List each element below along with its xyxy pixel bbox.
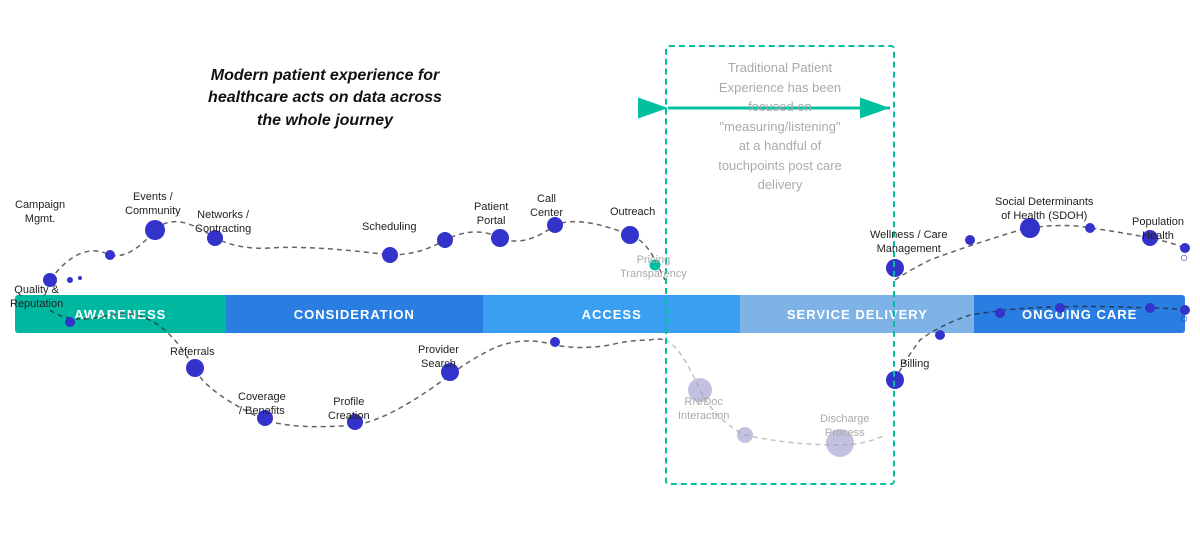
modern-line2: healthcare acts on data across — [208, 89, 442, 106]
bar-consideration: CONSIDERATION — [226, 295, 483, 333]
label-population: PopulationHealth — [1132, 215, 1184, 244]
label-wellness: Wellness / CareManagement — [870, 228, 947, 257]
label-quality: Quality &Reputation — [10, 283, 63, 312]
journey-bar: AWARENESS CONSIDERATION ACCESS SERVICE D… — [15, 295, 1185, 333]
traditional-line4: "measuring/listening" — [680, 117, 880, 137]
traditional-text: Traditional Patient Experience has been … — [680, 58, 880, 195]
traditional-line6: touchpoints post care — [680, 156, 880, 176]
label-sdoh: Social Determinantsof Health (SDOH) — [995, 195, 1093, 224]
label-campaign: CampaignMgmt. — [15, 198, 65, 227]
consideration-label: CONSIDERATION — [294, 307, 415, 322]
bar-service: SERVICE DELIVERY — [740, 295, 974, 333]
label-portal: PatientPortal — [474, 200, 508, 229]
label-networks: Networks /Contracting — [195, 208, 251, 237]
path-svg: + ○ ○ — [0, 0, 1200, 533]
traditional-line7: delivery — [680, 175, 880, 195]
label-discharge: DischargeProcess — [820, 412, 870, 441]
label-rndoc: RN/DocInteraction — [678, 395, 729, 424]
traditional-line1: Traditional Patient — [680, 58, 880, 78]
label-billing: Billing — [900, 357, 929, 371]
ongoing-label: ONGOING CARE — [1022, 307, 1137, 322]
label-provider: ProviderSearch — [418, 343, 459, 372]
label-outreach: Outreach — [610, 205, 655, 219]
traditional-line5: at a handful of — [680, 136, 880, 156]
label-callcenter: CallCenter — [530, 192, 563, 221]
traditional-line3: focused on — [680, 97, 880, 117]
svg-text:○: ○ — [1180, 249, 1188, 265]
bar-ongoing: ONGOING CARE — [974, 295, 1185, 333]
modern-patient-text: Modern patient experience for healthcare… — [200, 65, 450, 132]
label-coverage: Coverage/ Benefits — [238, 390, 286, 419]
label-profile: ProfileCreation — [328, 395, 370, 424]
bar-access: ACCESS — [483, 295, 740, 333]
label-scheduling: Scheduling — [362, 220, 416, 234]
modern-line3: the whole journey — [257, 112, 393, 129]
label-referrals: Referrals — [170, 345, 215, 359]
traditional-line2: Experience has been — [680, 78, 880, 98]
label-pricing: PricingTransparency — [620, 253, 687, 282]
service-label: SERVICE DELIVERY — [787, 307, 928, 322]
modern-line1: Modern patient experience for — [211, 67, 440, 84]
awareness-label: AWARENESS — [74, 307, 166, 322]
access-label: ACCESS — [582, 307, 642, 322]
diagram-container: AWARENESS CONSIDERATION ACCESS SERVICE D… — [0, 0, 1200, 533]
label-events: Events /Community — [125, 190, 181, 219]
